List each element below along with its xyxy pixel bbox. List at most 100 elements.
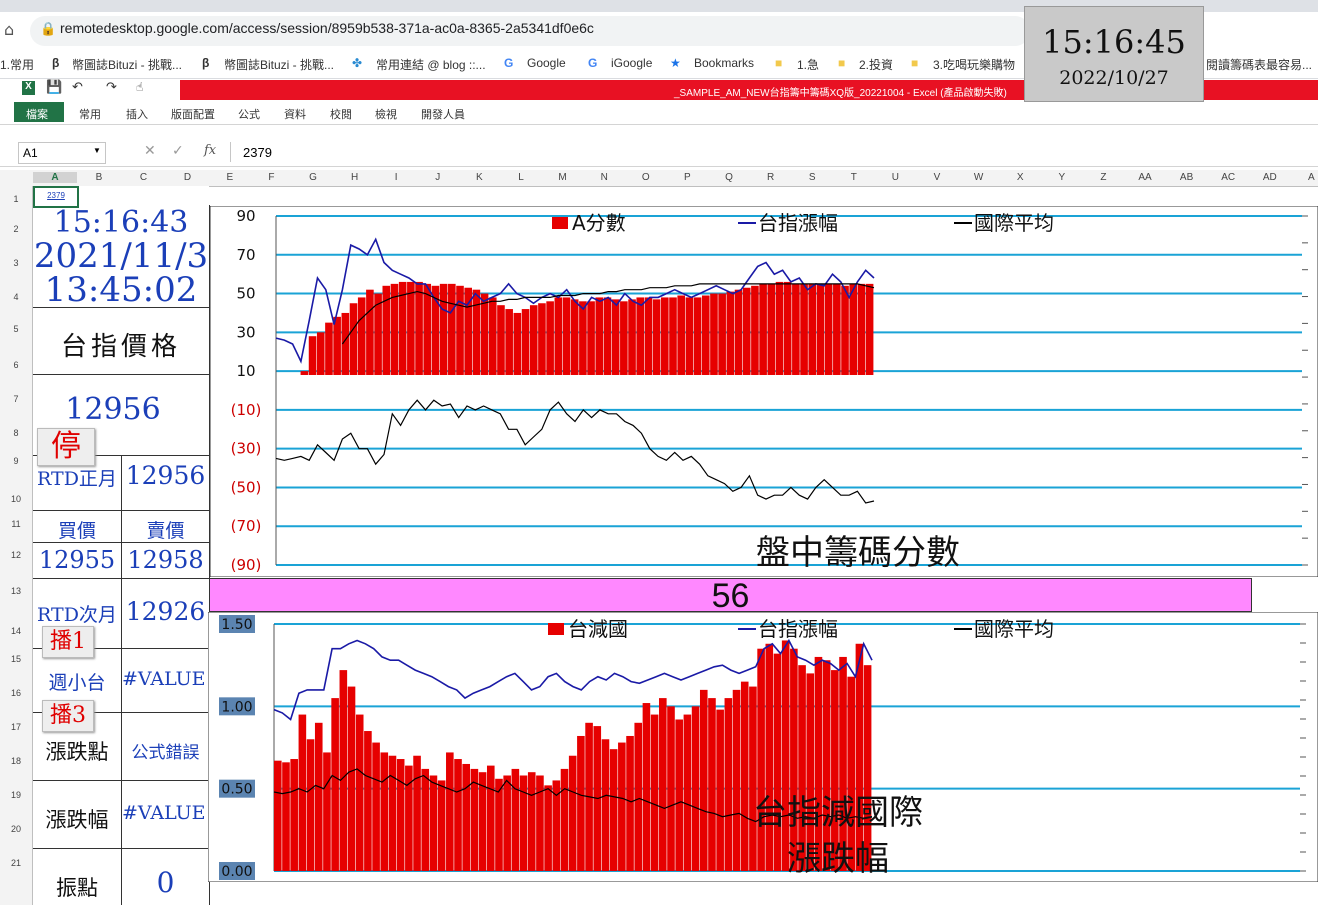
column-header-j[interactable]: J xyxy=(417,172,459,183)
save-icon[interactable]: 💾 xyxy=(46,80,62,95)
row-header-5[interactable]: 5 xyxy=(0,324,32,334)
row-header-15[interactable]: 15 xyxy=(0,654,32,664)
chevron-down-icon[interactable]: ▼ xyxy=(93,146,101,155)
cell-amplitude-label[interactable]: 振點 xyxy=(33,872,121,902)
name-box[interactable]: A1 ▼ xyxy=(18,142,106,164)
row-header-18[interactable]: 18 xyxy=(0,756,32,766)
enter-icon[interactable]: ✓ xyxy=(172,143,184,159)
bookmark-item[interactable]: 閱讀籌碼表最容易... xyxy=(1206,56,1312,73)
tab-insert[interactable]: 插入 xyxy=(126,106,148,122)
row-header-20[interactable]: 20 xyxy=(0,824,32,834)
undo-icon[interactable]: ↶ xyxy=(72,80,83,95)
column-header-a[interactable]: A xyxy=(33,172,77,183)
column-header-u[interactable]: U xyxy=(875,172,917,183)
column-header-m[interactable]: M xyxy=(542,172,584,183)
column-header-aa[interactable]: AA xyxy=(1124,172,1166,183)
column-header-r[interactable]: R xyxy=(750,172,792,183)
bookmark-item[interactable]: 幣圖誌Bituzi - 挑戰... xyxy=(72,56,182,73)
row-header-8[interactable]: 8 xyxy=(0,428,32,438)
column-header-l[interactable]: L xyxy=(500,172,542,183)
play1-button[interactable]: 播1 xyxy=(42,626,94,658)
cell-ask-label[interactable]: 賣價 xyxy=(122,516,209,543)
row-header-12[interactable]: 12 xyxy=(0,550,32,560)
cell-weekly-value[interactable]: #VALUE! xyxy=(122,668,213,690)
score-banner[interactable]: 56 xyxy=(209,578,1252,613)
chip-score-chart[interactable]: 90 70 50 30 10 (10) (30) (50) (70) (90) A分數 台指漲幅 國際平… xyxy=(210,206,1318,577)
row-header-4[interactable]: 4 xyxy=(0,292,32,302)
column-header-v[interactable]: V xyxy=(916,172,958,183)
bookmark-item[interactable]: iGoogle xyxy=(611,56,652,70)
redo-icon[interactable]: ↷ xyxy=(106,80,117,95)
column-header-q[interactable]: Q xyxy=(708,172,750,183)
column-header-s[interactable]: S xyxy=(791,172,833,183)
bookmark-item[interactable]: 幣圖誌Bituzi - 挑戰... xyxy=(224,56,334,73)
column-header-w[interactable]: W xyxy=(958,172,1000,183)
row-header-10[interactable]: 10 xyxy=(0,494,32,504)
cell-ask[interactable]: 12958 xyxy=(122,546,209,574)
tab-formulas[interactable]: 公式 xyxy=(238,106,260,122)
column-header-y[interactable]: Y xyxy=(1041,172,1083,183)
bookmark-item[interactable]: 2.投資 xyxy=(859,56,893,73)
bookmark-item[interactable]: 3.吃喝玩樂購物 xyxy=(933,56,1015,73)
index-minus-intl-chart[interactable]: 1.50 1.00 0.50 0.00 台減國 台指漲幅 國際平均台指減國際漲跌幅 xyxy=(208,612,1318,882)
bookmark-item[interactable]: 常用連結 @ blog ::... xyxy=(376,56,486,73)
column-header-i[interactable]: I xyxy=(375,172,417,183)
formula-input[interactable]: 2379 xyxy=(230,142,1318,162)
row-header-2[interactable]: 2 xyxy=(0,224,32,234)
tab-developer[interactable]: 開發人員 xyxy=(421,106,465,122)
insert-function-icon[interactable]: fx xyxy=(204,143,216,158)
stop-button[interactable]: 停 xyxy=(37,428,95,466)
cell-rtd-front-value[interactable]: 12956 xyxy=(122,461,209,490)
desktop-clock-widget[interactable]: 15:16:45 2022/10/27 xyxy=(1024,6,1204,102)
row-header-17[interactable]: 17 xyxy=(0,722,32,732)
cell-change-pct-label[interactable]: 漲跌幅 xyxy=(33,804,121,834)
tab-view[interactable]: 檢視 xyxy=(375,106,397,122)
row-header-9[interactable]: 9 xyxy=(0,456,32,466)
column-header-e[interactable]: E xyxy=(209,172,251,183)
bookmark-item[interactable]: Bookmarks xyxy=(694,56,754,70)
cell-rtd-front-label[interactable]: RTD正月 xyxy=(33,464,121,491)
column-header-n[interactable]: N xyxy=(583,172,625,183)
row-header-13[interactable]: 13 xyxy=(0,586,32,596)
column-header-ad[interactable]: AD xyxy=(1249,172,1291,183)
column-header-ab[interactable]: AB xyxy=(1166,172,1208,183)
bookmark-item[interactable]: 1.常用 xyxy=(0,56,34,73)
cell-bid-label[interactable]: 買價 xyxy=(33,516,121,543)
column-header-a[interactable]: A xyxy=(1291,172,1318,183)
column-header-ac[interactable]: AC xyxy=(1207,172,1249,183)
cell-rtd-next-label[interactable]: RTD次月 xyxy=(33,600,121,627)
row-header-11[interactable]: 11 xyxy=(0,519,32,529)
row-header-3[interactable]: 3 xyxy=(0,258,32,268)
row-header-14[interactable]: 14 xyxy=(0,626,32,636)
cell-time2[interactable]: 13:45:02 xyxy=(33,272,209,308)
column-header-k[interactable]: K xyxy=(459,172,501,183)
tab-home[interactable]: 常用 xyxy=(79,106,101,122)
row-header-1[interactable]: 1 xyxy=(0,194,32,204)
row-header-7[interactable]: 7 xyxy=(0,394,32,404)
cancel-icon[interactable]: ✕ xyxy=(144,143,156,159)
row-header-19[interactable]: 19 xyxy=(0,790,32,800)
home-icon[interactable]: ⌂ xyxy=(4,20,14,39)
column-header-t[interactable]: T xyxy=(833,172,875,183)
row-header-16[interactable]: 16 xyxy=(0,688,32,698)
column-header-c[interactable]: C xyxy=(121,172,166,183)
cell-change-pts-value[interactable]: 公式錯誤 xyxy=(122,738,209,763)
row-header-21[interactable]: 21 xyxy=(0,858,32,868)
column-header-x[interactable]: X xyxy=(999,172,1041,183)
column-header-p[interactable]: P xyxy=(667,172,709,183)
cell-date[interactable]: 2021/11/3 xyxy=(33,238,209,274)
cell-change-pts-label[interactable]: 漲跌點 xyxy=(33,736,121,766)
cell-index-price[interactable]: 12956 xyxy=(33,392,193,427)
cell-index-label[interactable]: 台指價格 xyxy=(33,326,209,363)
lock-icon[interactable]: 🔒 xyxy=(40,22,56,37)
column-header-h[interactable]: H xyxy=(334,172,376,183)
tab-file[interactable]: 檔案 xyxy=(14,102,64,122)
bookmark-item[interactable]: Google xyxy=(527,56,566,70)
column-header-d[interactable]: D xyxy=(166,172,209,183)
cell-change-pct-value[interactable]: #VALUE! xyxy=(122,802,213,824)
cell-amplitude-value[interactable]: 0 xyxy=(122,866,209,899)
column-header-f[interactable]: F xyxy=(251,172,293,183)
play3-button[interactable]: 播3 xyxy=(42,700,94,732)
column-header-b[interactable]: B xyxy=(77,172,121,183)
touch-mode-icon[interactable]: ☝ xyxy=(136,80,143,94)
